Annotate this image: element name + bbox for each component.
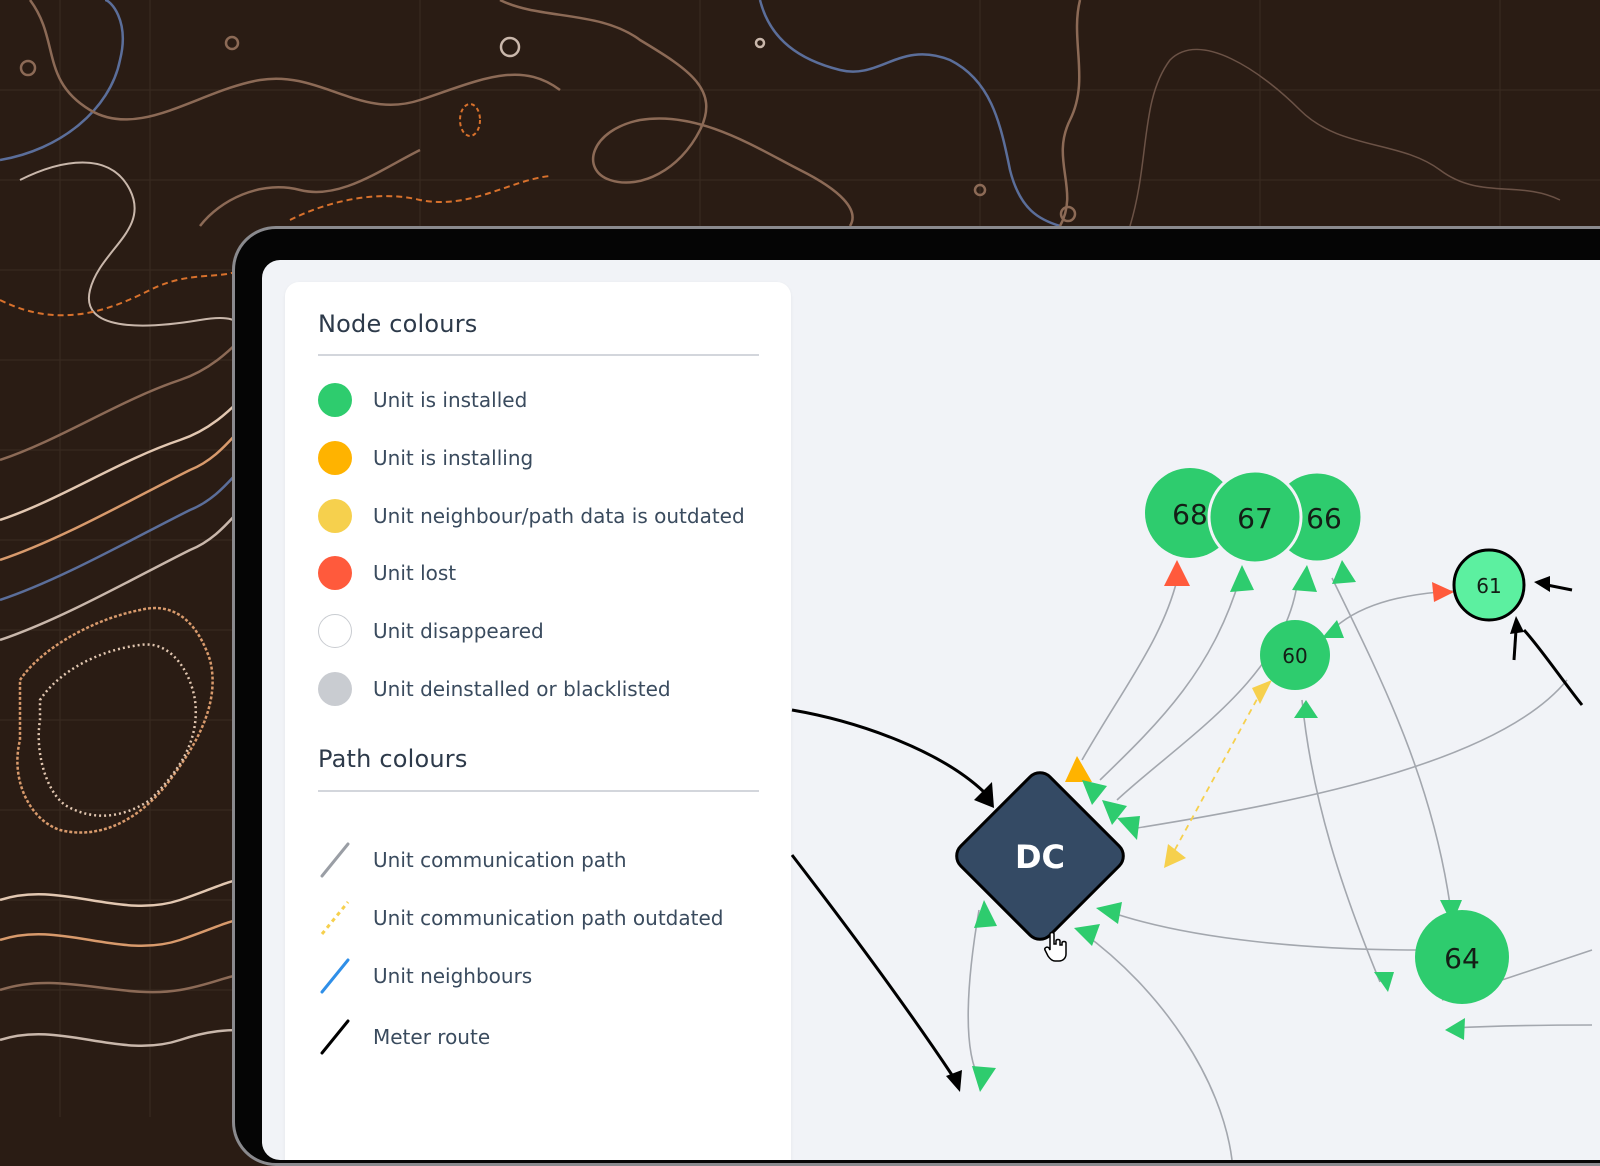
node-67-label: 67 xyxy=(1237,502,1273,535)
legend-label: Unit is installing xyxy=(373,446,534,470)
legend-label: Unit lost xyxy=(373,561,457,585)
meter-route[interactable] xyxy=(791,708,986,794)
outdated-path-line-icon xyxy=(320,901,350,935)
legend-label: Unit communication path xyxy=(373,848,627,872)
comm-path[interactable] xyxy=(1099,577,1241,781)
node-68-label: 68 xyxy=(1172,498,1208,531)
legend-item-deinstalled: Unit deinstalled or blacklisted xyxy=(318,669,671,709)
app-screen: DC 68 66 67 61 60 64 Node colours Unit i… xyxy=(262,260,1600,1160)
legend-item-installed: Unit is installed xyxy=(318,380,527,420)
node-64[interactable]: 64 xyxy=(1415,910,1509,1004)
node-colours-title: Node colours xyxy=(318,310,478,338)
installed-arrowhead xyxy=(1096,902,1122,924)
installing-arrowhead xyxy=(1065,756,1092,782)
hub-label: DC xyxy=(1015,838,1065,876)
comm-path[interactable] xyxy=(1081,931,1233,1160)
path-colours-title: Path colours xyxy=(318,745,468,773)
legend-label: Unit disappeared xyxy=(373,619,544,643)
legend-item-installing: Unit is installing xyxy=(318,438,533,478)
comm-path[interactable] xyxy=(1301,699,1381,983)
installed-arrowhead xyxy=(1294,700,1318,718)
lost-arrowhead xyxy=(1432,582,1454,602)
node-67[interactable]: 67 xyxy=(1207,469,1303,565)
legend-item-comm-path-outdated: Unit communication path outdated xyxy=(318,898,723,938)
node-66-label: 66 xyxy=(1306,502,1342,535)
installed-arrowhead xyxy=(1374,972,1394,992)
node-61-label: 61 xyxy=(1476,574,1501,598)
divider xyxy=(318,790,759,792)
legend-label: Unit communication path outdated xyxy=(373,906,724,930)
comm-path[interactable] xyxy=(1451,1024,1593,1029)
comm-path-line-icon xyxy=(320,842,350,878)
legend-label: Unit deinstalled or blacklisted xyxy=(373,677,671,701)
installed-arrowhead xyxy=(1230,565,1254,592)
outdated-arrowhead xyxy=(1164,844,1186,868)
comm-path[interactable] xyxy=(1109,911,1420,951)
legend-label: Unit is installed xyxy=(373,388,528,412)
comm-path[interactable] xyxy=(1081,579,1178,761)
comm-path[interactable] xyxy=(967,909,981,1081)
deinstalled-dot-icon xyxy=(318,672,352,706)
installed-dot-icon xyxy=(318,383,352,417)
disappeared-dot-icon xyxy=(318,614,352,648)
legend-label: Meter route xyxy=(373,1025,491,1049)
meter-route[interactable] xyxy=(1522,628,1584,706)
legend-item-disappeared: Unit disappeared xyxy=(318,611,544,651)
installed-arrowhead xyxy=(1332,560,1356,584)
meter-route[interactable] xyxy=(790,854,954,1076)
installed-arrowhead xyxy=(972,1066,996,1092)
node-64-label: 64 xyxy=(1444,942,1480,975)
legend-item-neighbours: Unit neighbours xyxy=(318,956,532,996)
legend-item-meter-route: Meter route xyxy=(318,1017,490,1057)
legend-item-comm-path: Unit communication path xyxy=(318,840,627,880)
installed-arrowhead xyxy=(1117,816,1140,840)
node-60[interactable]: 60 xyxy=(1260,620,1330,690)
comm-path[interactable] xyxy=(1331,577,1451,906)
installed-arrowhead xyxy=(1445,1018,1465,1040)
legend-label: Unit neighbours xyxy=(373,964,533,988)
neighbours-line-icon xyxy=(320,958,350,994)
route-arrowhead xyxy=(1510,616,1524,634)
route-arrowhead xyxy=(946,1070,962,1092)
legend-item-outdated: Unit neighbour/path data is outdated xyxy=(318,496,745,536)
comm-path[interactable] xyxy=(1136,679,1568,829)
outdated-dot-icon xyxy=(318,499,352,533)
outdated-arrowhead xyxy=(1252,680,1272,704)
meter-route[interactable] xyxy=(1512,629,1518,661)
comm-path[interactable] xyxy=(1116,584,1298,801)
installing-dot-icon xyxy=(318,441,352,475)
route-arrowhead xyxy=(1534,576,1550,592)
node-61[interactable]: 61 xyxy=(1452,548,1526,622)
divider xyxy=(318,354,759,356)
installed-arrowhead xyxy=(974,900,997,928)
legend-item-lost: Unit lost xyxy=(318,553,456,593)
legend-panel: Node colours Unit is installed Unit is i… xyxy=(285,282,791,1160)
legend-label: Unit neighbour/path data is outdated xyxy=(373,504,745,528)
meter-route-line-icon xyxy=(320,1019,350,1055)
lost-dot-icon xyxy=(318,556,352,590)
lost-arrowhead xyxy=(1164,560,1190,586)
installed-arrowhead xyxy=(1292,565,1317,592)
node-60-label: 60 xyxy=(1282,644,1307,668)
